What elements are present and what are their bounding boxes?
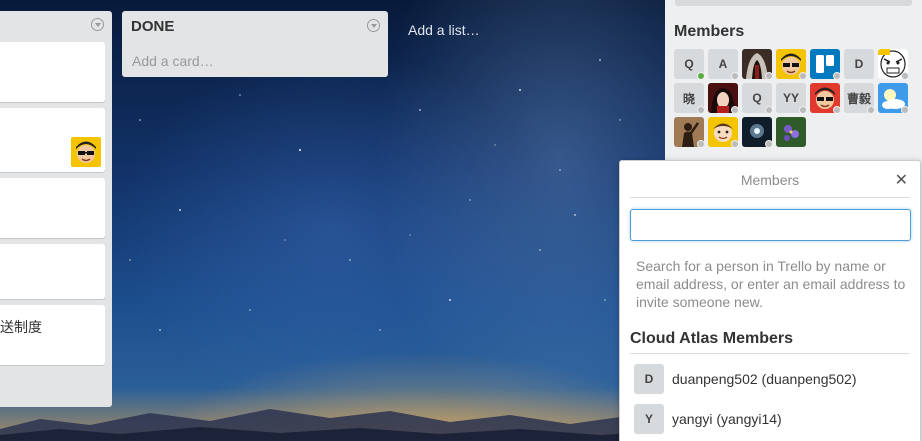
status-dot [867,106,875,114]
members-popover: Members ✕ Search for a person in Trello … [619,160,921,441]
status-dot [833,106,841,114]
status-dot [901,72,909,80]
member-avatar[interactable]: Q [674,49,705,80]
close-icon[interactable]: ✕ [895,170,908,190]
member-avatar[interactable] [810,83,841,114]
member-avatar: Y [634,404,664,434]
member-avatar[interactable]: Q [742,83,773,114]
section-divider [630,353,910,354]
status-dot [765,72,773,80]
popover-title: Members [740,172,800,188]
member-initials: A [718,57,728,71]
status-dot [731,140,739,148]
add-list-link[interactable]: Add a list… [408,22,480,38]
member-name: duanpeng502 (duanpeng502) [672,371,857,387]
member-avatar[interactable]: 晓 [674,83,705,114]
member-avatar[interactable] [878,49,909,80]
status-dot [799,72,807,80]
member-avatar[interactable] [776,49,807,80]
member-initials: Q [752,91,762,105]
list-menu-icon[interactable] [367,19,380,32]
card-member-avatar[interactable] [71,137,101,167]
add-card-link[interactable]: Add a card… [132,53,214,69]
member-avatar[interactable] [776,117,806,147]
member-initials: Q [684,57,694,71]
card-title: 送制度 [0,319,42,335]
status-dot [731,106,739,114]
list-menu-icon[interactable] [91,18,104,31]
flower-photo-icon [776,117,806,147]
search-hint: Search for a person in Trello by name or… [636,258,906,310]
member-search-input[interactable] [630,209,911,241]
member-result[interactable]: D duanpeng502 (duanpeng502) [634,364,904,396]
status-dot [765,140,773,148]
member-avatar[interactable] [810,49,841,80]
status-dot [765,106,773,114]
member-avatar[interactable] [742,117,773,148]
member-initials: D [644,372,654,386]
status-dot [833,72,841,80]
card[interactable]: 送制度 [0,305,105,365]
card[interactable] [0,108,105,172]
member-avatar[interactable]: 曹毅 [844,83,875,114]
popover-divider [630,197,910,198]
status-dot [731,72,739,80]
member-initials: Y [644,412,653,426]
member-avatar[interactable] [674,117,705,148]
member-avatar[interactable]: A [708,49,739,80]
member-initials: D [854,57,864,71]
member-avatar[interactable] [742,49,773,80]
status-dot [799,106,807,114]
status-dot [697,140,705,148]
member-avatar: D [634,364,664,394]
member-avatar[interactable]: YY [776,83,807,114]
card[interactable] [0,178,105,238]
member-result[interactable]: Y yangyi (yangyi14) [634,404,904,436]
card[interactable] [0,42,105,102]
sidebar-top-bar[interactable] [675,0,912,6]
member-avatar[interactable]: D [844,49,874,79]
card[interactable] [0,244,105,299]
member-initials: 曹毅 [846,91,871,106]
member-initials: 晓 [682,91,695,106]
member-avatar[interactable] [878,83,909,114]
member-avatar[interactable] [708,117,739,148]
list-title[interactable]: DONE [131,18,174,35]
sidebar-members-heading: Members [674,23,745,40]
member-name: yangyi (yangyi14) [672,411,782,427]
list-partial: 送制度 [0,11,112,407]
online-status-dot [697,72,705,80]
member-initials: YY [782,91,799,105]
status-dot [697,106,705,114]
member-avatar[interactable] [708,83,739,114]
list-done: DONE Add a card… [122,11,388,77]
status-dot [901,106,909,114]
board-members-heading: Cloud Atlas Members [630,330,793,347]
